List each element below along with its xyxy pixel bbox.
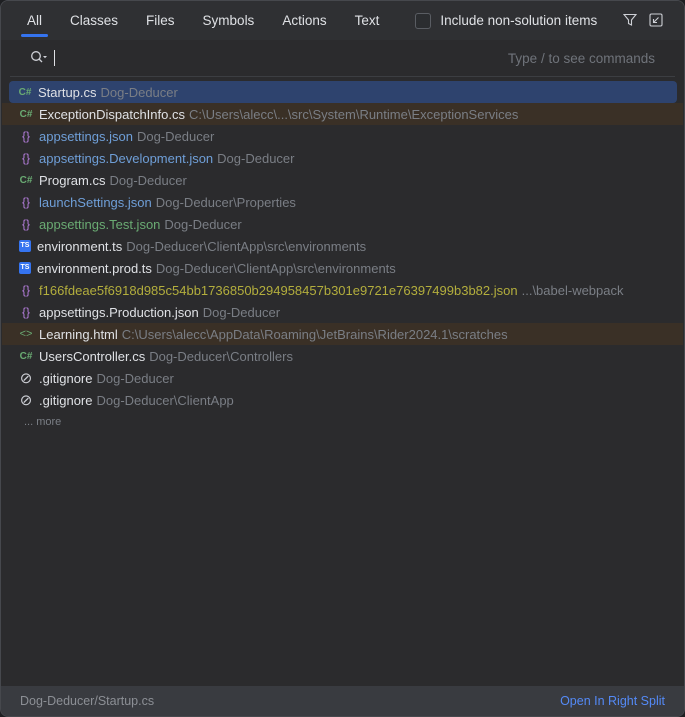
result-path: Dog-Deducer (217, 150, 295, 166)
result-path: Dog-Deducer\Controllers (149, 348, 293, 364)
include-non-solution-checkbox[interactable]: Include non-solution items (415, 12, 598, 29)
result-row[interactable]: <> Learning.html C:\Users\alecc\AppData\Ro… (2, 323, 683, 345)
json-icon: {} (21, 195, 30, 209)
result-row[interactable]: {} launchSettings.json Dog-Deducer\Propert… (2, 191, 683, 213)
result-name: appsettings.json (39, 128, 133, 144)
results-list: C# Startup.cs Dog-Deducer C# ExceptionDispat… (1, 77, 684, 411)
tab-files[interactable]: Files (132, 1, 189, 40)
footer: Dog-Deducer/Startup.cs Open In Right Spl… (1, 686, 684, 716)
result-path: Dog-Deducer (100, 84, 178, 100)
result-path: Dog-Deducer\ClientApp\src\environments (155, 260, 396, 276)
result-name: environment.ts (37, 238, 123, 254)
result-path: C:\Users\alecc\...\src\System\Runtime\Ex… (188, 106, 519, 122)
result-name: appsettings.Test.json (39, 216, 161, 232)
result-row[interactable]: {} f166fdeae5f6918d985c54bb1736850b294958… (2, 279, 683, 301)
result-path: Dog-Deducer\Properties (155, 194, 296, 210)
result-path: Dog-Deducer (136, 128, 215, 144)
result-name: environment.prod.ts (37, 260, 152, 276)
more-link[interactable]: ... more (1, 411, 684, 433)
gitignore-icon: ⊘ (19, 392, 33, 409)
selected-file-path: Dog-Deducer/Startup.cs (20, 694, 155, 708)
json-icon: {} (21, 217, 30, 231)
result-name: appsettings.Development.json (39, 150, 214, 166)
result-path: Dog-Deducer\ClientApp\src\environments (126, 238, 367, 254)
include-non-solution-label: Include non-solution items (440, 13, 598, 28)
json-icon: {} (21, 305, 30, 319)
typescript-icon: TS (19, 262, 31, 274)
result-name: launchSettings.json (39, 194, 152, 210)
result-name: .gitignore (39, 392, 93, 408)
result-row[interactable]: {} appsettings.Test.json Dog-Deducer (2, 213, 683, 235)
tab-classes[interactable]: Classes (56, 1, 132, 40)
csharp-icon: C# (19, 350, 33, 362)
result-row[interactable]: TS environment.prod.ts Dog-Deducer\ClientA… (2, 257, 683, 279)
search-icon[interactable] (30, 50, 48, 67)
result-row[interactable]: {} appsettings.Development.json Dog-Deduce… (2, 147, 683, 169)
result-row[interactable]: ⊘ .gitignore Dog-Deducer\ClientApp (2, 389, 683, 411)
tab-all[interactable]: All (13, 1, 56, 40)
json-icon: {} (21, 151, 30, 165)
result-row[interactable]: {} appsettings.json Dog-Deducer (2, 125, 683, 147)
result-name: f166fdeae5f6918d985c54bb1736850b29495845… (39, 282, 518, 298)
typescript-icon: TS (19, 240, 31, 252)
text-cursor (54, 50, 55, 66)
search-everywhere-popup: All Classes Files Symbols Actions Text I… (0, 0, 685, 717)
result-path: Dog-Deducer (202, 304, 281, 320)
tab-actions[interactable]: Actions (268, 1, 340, 40)
search-field[interactable]: Type / to see commands (10, 40, 675, 77)
json-icon: {} (21, 283, 30, 297)
result-name: UsersController.cs (39, 348, 146, 364)
html-scratch-icon: <> (19, 328, 33, 340)
open-in-toolwindow-icon[interactable] (649, 13, 663, 30)
result-row[interactable]: TS environment.ts Dog-Deducer\ClientApp\sr… (2, 235, 683, 257)
csharp-icon: C# (18, 86, 32, 98)
result-row[interactable]: C# Program.cs Dog-Deducer (2, 169, 683, 191)
result-path: ...\babel-webpack (521, 282, 624, 298)
csharp-icon: C# (19, 108, 33, 120)
result-name: Startup.cs (38, 84, 97, 100)
filter-icon[interactable] (622, 13, 638, 30)
result-path: Dog-Deducer (109, 172, 187, 188)
json-icon: {} (21, 129, 30, 143)
result-row[interactable]: C# UsersController.cs Dog-Deducer\Controll… (2, 345, 683, 367)
checkbox-box[interactable] (415, 12, 432, 29)
result-row[interactable]: C# Startup.cs Dog-Deducer (9, 81, 677, 103)
result-row[interactable]: C# ExceptionDispatchInfo.cs C:\Users\alecc… (2, 103, 683, 125)
tab-symbols[interactable]: Symbols (189, 1, 269, 40)
gitignore-icon: ⊘ (19, 370, 33, 387)
tab-bar: All Classes Files Symbols Actions Text I… (1, 1, 684, 40)
result-name: .gitignore (39, 370, 93, 386)
result-name: appsettings.Production.json (39, 304, 199, 320)
result-row[interactable]: ⊘ .gitignore Dog-Deducer (2, 367, 683, 389)
open-in-right-split-link[interactable]: Open In Right Split (560, 694, 665, 708)
result-name: ExceptionDispatchInfo.cs (39, 106, 185, 122)
search-hint: Type / to see commands (507, 50, 655, 66)
result-path: Dog-Deducer (96, 370, 174, 386)
csharp-icon: C# (19, 174, 33, 186)
result-row[interactable]: {} appsettings.Production.json Dog-Deducer (2, 301, 683, 323)
result-path: Dog-Deducer\ClientApp (96, 392, 234, 408)
result-name: Program.cs (39, 172, 106, 188)
result-path: Dog-Deducer (164, 216, 242, 232)
tab-text[interactable]: Text (341, 1, 394, 40)
result-name: Learning.html (39, 326, 118, 342)
result-path: C:\Users\alecc\AppData\Roaming\JetBrains… (121, 326, 508, 342)
